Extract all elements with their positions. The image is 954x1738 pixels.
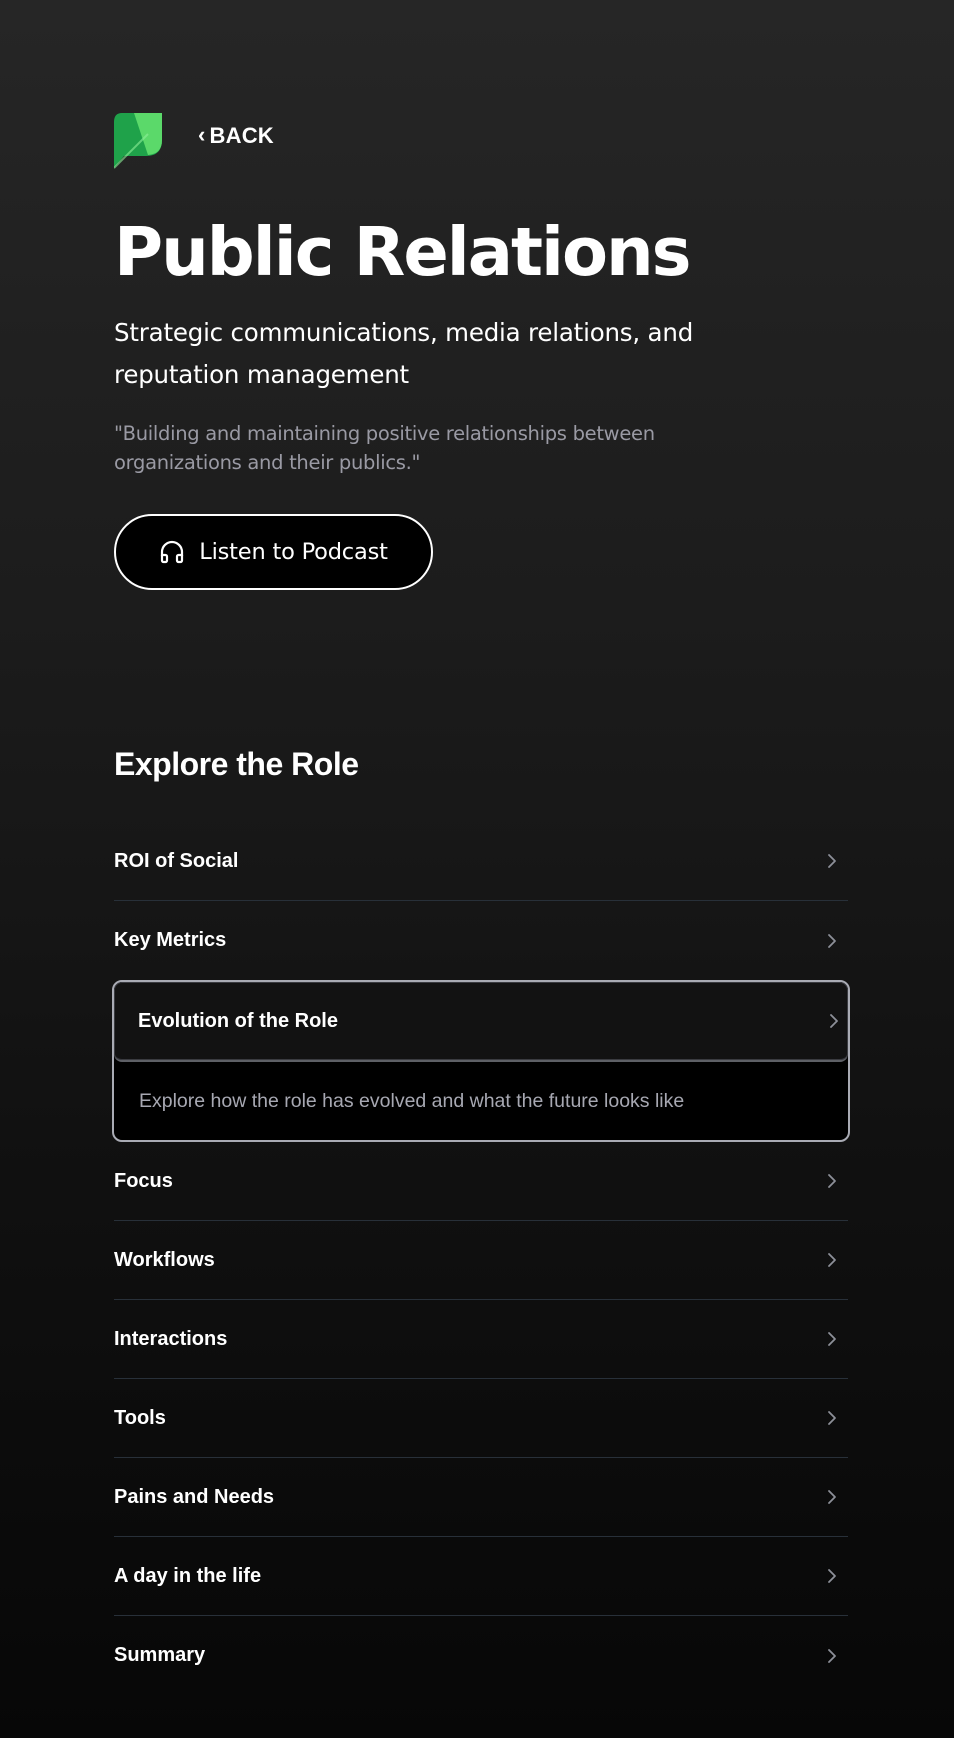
list-item-label: Evolution of the Role xyxy=(138,1009,338,1032)
list-item-label: Pains and Needs xyxy=(114,1485,275,1508)
list-item-pains-and-needs[interactable]: Pains and Needs xyxy=(114,1458,848,1537)
chevron-right-icon xyxy=(828,854,836,868)
list-item-tools[interactable]: Tools xyxy=(114,1379,848,1458)
explore-list: ROI of Social Key Metrics Evolution of t… xyxy=(112,822,850,1695)
podcast-button-label: Listen to Podcast xyxy=(199,539,388,565)
chevron-right-icon xyxy=(828,1253,836,1267)
list-item-key-metrics[interactable]: Key Metrics xyxy=(114,901,848,980)
listen-to-podcast-button[interactable]: Listen to Podcast xyxy=(114,514,433,590)
page-title: Public Relations xyxy=(114,213,692,291)
top-bar: ‹ BACK xyxy=(114,110,274,170)
accordion-description: Explore how the role has evolved and wha… xyxy=(139,1089,685,1112)
list-item-label: Tools xyxy=(114,1406,166,1429)
list-item-label: Summary xyxy=(114,1644,206,1666)
back-label: BACK xyxy=(209,123,274,148)
list-item-summary[interactable]: Summary xyxy=(114,1616,848,1695)
chevron-right-icon xyxy=(828,1569,836,1583)
list-item-label: Focus xyxy=(114,1169,173,1192)
chevron-right-icon xyxy=(828,1332,836,1346)
list-item-a-day-in-the-life[interactable]: A day in the life xyxy=(114,1537,848,1616)
list-item-label: ROI of Social xyxy=(114,849,239,872)
list-item-interactions[interactable]: Interactions xyxy=(114,1300,848,1379)
chevron-right-icon xyxy=(828,1490,836,1504)
list-item-label: Workflows xyxy=(114,1248,215,1271)
leaf-logo-icon[interactable] xyxy=(114,110,162,170)
list-item-label: Key Metrics xyxy=(114,929,227,951)
role-quote: "Building and maintaining positive relat… xyxy=(114,422,655,474)
list-item-roi-of-social[interactable]: ROI of Social xyxy=(114,822,848,901)
headphones-icon xyxy=(161,540,184,564)
chevron-right-icon xyxy=(830,1014,838,1028)
accordion-evolution-of-the-role: Evolution of the Role Explore how the ro… xyxy=(112,980,850,1142)
back-link[interactable]: ‹ BACK xyxy=(198,122,274,149)
explore-section-title: Explore the Role xyxy=(114,746,359,782)
chevron-right-icon xyxy=(828,1411,836,1425)
list-item-focus[interactable]: Focus xyxy=(114,1142,848,1221)
chevron-right-icon xyxy=(828,1648,836,1663)
list-item-label: A day in the life xyxy=(114,1564,262,1587)
list-item-evolution-of-the-role[interactable]: Evolution of the Role xyxy=(114,982,848,1062)
chevron-left-icon: ‹ xyxy=(198,122,206,147)
chevron-right-icon xyxy=(828,1174,836,1188)
chevron-right-icon xyxy=(828,933,836,948)
list-item-label: Interactions xyxy=(114,1327,228,1350)
list-item-workflows[interactable]: Workflows xyxy=(114,1221,848,1300)
page-subtitle: Strategic communications, media relation… xyxy=(114,318,694,389)
